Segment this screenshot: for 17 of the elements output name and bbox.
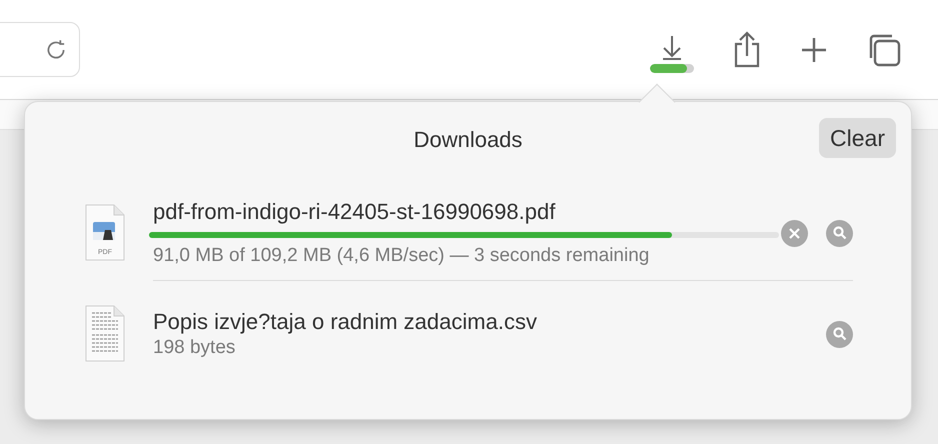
file-name: Popis izvje?taja o radnim zadacima.csv [153,308,538,336]
clear-button[interactable]: Clear [819,118,896,158]
file-status: 198 bytes [153,336,236,360]
download-arrow-icon [660,34,684,60]
file-name: pdf-from-indigo-ri-42405-st-16990698.pdf [153,198,556,226]
address-field[interactable] [0,22,80,77]
text-file-icon [83,305,127,363]
file-status: 91,0 MB of 109,2 MB (4,6 MB/sec) — 3 seconds remaining [153,244,650,268]
search-icon [832,327,846,341]
reveal-button[interactable] [826,220,853,246]
search-icon [832,226,846,240]
plus-icon[interactable] [800,36,828,64]
reveal-button[interactable] [826,320,853,348]
close-icon [789,228,800,238]
share-icon[interactable] [732,30,762,68]
popover-title: Downloads [414,126,522,154]
cancel-button[interactable] [781,220,808,246]
